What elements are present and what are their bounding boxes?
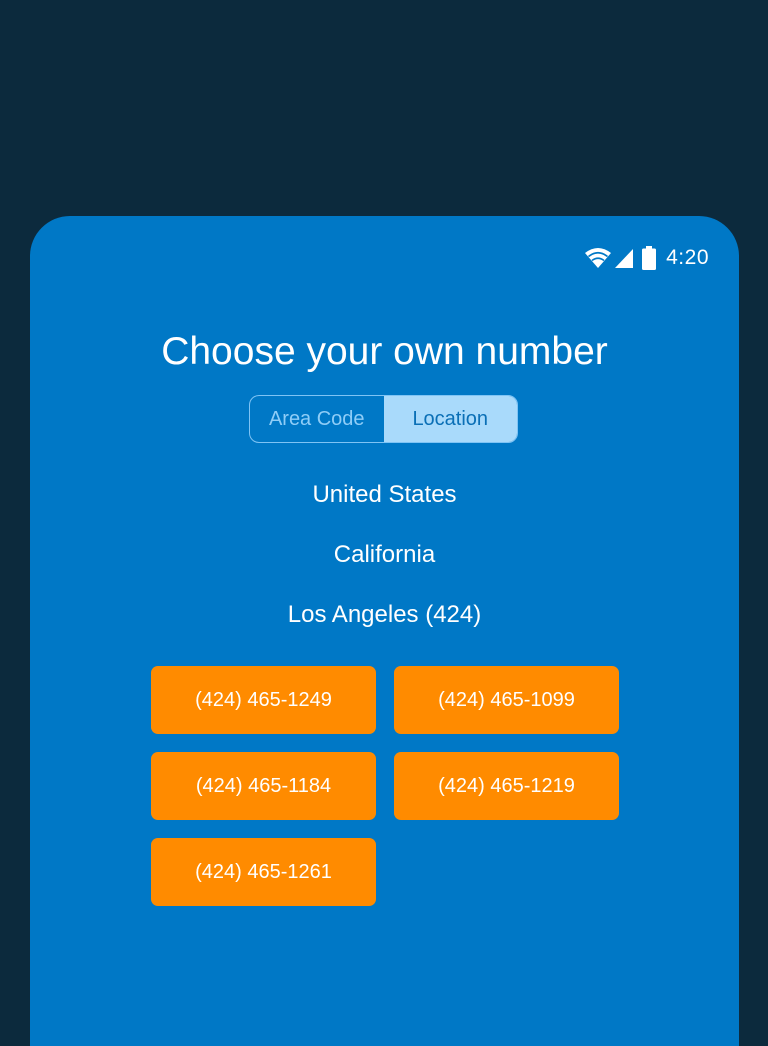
number-options: (424) 465-1249 (424) 465-1099 (424) 465-… <box>151 666 619 906</box>
status-bar: 4:20 <box>584 244 709 272</box>
signal-icon <box>614 247 634 269</box>
page-title: Choose your own number <box>161 330 608 373</box>
wifi-icon <box>584 247 612 269</box>
number-option-button[interactable]: (424) 465-1261 <box>151 838 376 906</box>
segment-location[interactable]: Location <box>383 396 517 442</box>
phone-screen: 4:20 Choose your own number Area Code Lo… <box>30 216 739 1046</box>
city-selector[interactable]: Los Angeles (424) <box>30 601 739 629</box>
battery-icon <box>642 246 657 270</box>
number-option-button[interactable]: (424) 465-1249 <box>151 666 376 734</box>
segment-area-code[interactable]: Area Code <box>250 396 384 442</box>
status-time: 4:20 <box>666 246 709 269</box>
mode-segmented-control: Area Code Location <box>249 395 518 443</box>
number-option-button[interactable]: (424) 465-1184 <box>151 752 376 820</box>
state-selector[interactable]: California <box>30 541 739 569</box>
country-selector[interactable]: United States <box>30 481 739 509</box>
number-option-button[interactable]: (424) 465-1219 <box>394 752 619 820</box>
number-option-button[interactable]: (424) 465-1099 <box>394 666 619 734</box>
